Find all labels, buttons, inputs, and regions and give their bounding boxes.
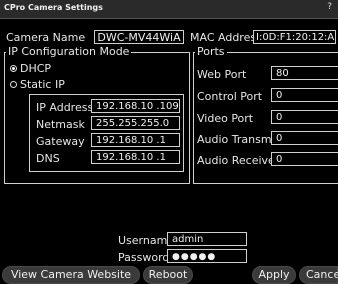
ip-address-label: IP Address (36, 101, 94, 114)
audio-transmit-label: Audio Transmit (197, 133, 279, 146)
cancel-button[interactable]: Cancel (299, 266, 338, 284)
apply-button[interactable]: Apply (252, 266, 296, 284)
control-port-field[interactable]: 0 (271, 88, 338, 102)
dhcp-label: DHCP (20, 62, 52, 75)
view-camera-website-button[interactable]: View Camera Website (2, 266, 140, 284)
help-icon[interactable]: ? (327, 2, 332, 12)
static-ip-radio[interactable]: Static IP (10, 78, 65, 91)
static-ip-label: Static IP (20, 78, 65, 91)
window-title: CPro Camera Settings (4, 3, 103, 12)
dns-field[interactable]: 192.168.10 .1 (91, 150, 180, 164)
username-field[interactable]: admin (167, 232, 247, 246)
reboot-button[interactable]: Reboot (143, 266, 193, 284)
ip-config-legend: IP Configuration Mode (6, 45, 132, 58)
radio-unselected-icon (10, 81, 17, 88)
web-port-label: Web Port (197, 68, 247, 81)
ports-legend: Ports (195, 45, 227, 58)
audio-transmit-field[interactable]: 0 (271, 131, 338, 145)
dns-label: DNS (36, 152, 60, 165)
ip-address-field[interactable]: 192.168.10 .109 (91, 99, 180, 113)
video-port-field[interactable]: 0 (271, 110, 338, 124)
gateway-field[interactable]: 192.168.10 .1 (91, 133, 180, 147)
camera-name-label: Camera Name (6, 31, 86, 44)
username-label: Username (118, 234, 175, 247)
gateway-label: Gateway (36, 135, 85, 148)
title-bar: CPro Camera Settings ? (0, 0, 338, 19)
mac-address-field: I:0D:F1:20:12:A2 (253, 30, 336, 44)
audio-receive-label: Audio Receive (197, 154, 275, 167)
password-field[interactable]: ●●●●● (167, 249, 247, 263)
radio-selected-icon (10, 65, 17, 72)
netmask-label: Netmask (36, 118, 85, 131)
control-port-label: Control Port (197, 90, 263, 103)
video-port-label: Video Port (197, 112, 254, 125)
password-label: Password (118, 251, 170, 264)
audio-receive-field[interactable]: 0 (271, 152, 338, 166)
netmask-field[interactable]: 255.255.255.0 (91, 116, 180, 130)
mac-address-label: MAC Address (190, 31, 262, 44)
dhcp-radio[interactable]: DHCP (10, 62, 51, 75)
web-port-field[interactable]: 80 (271, 66, 338, 80)
camera-name-field[interactable]: DWC-MV44WiA (94, 30, 184, 44)
